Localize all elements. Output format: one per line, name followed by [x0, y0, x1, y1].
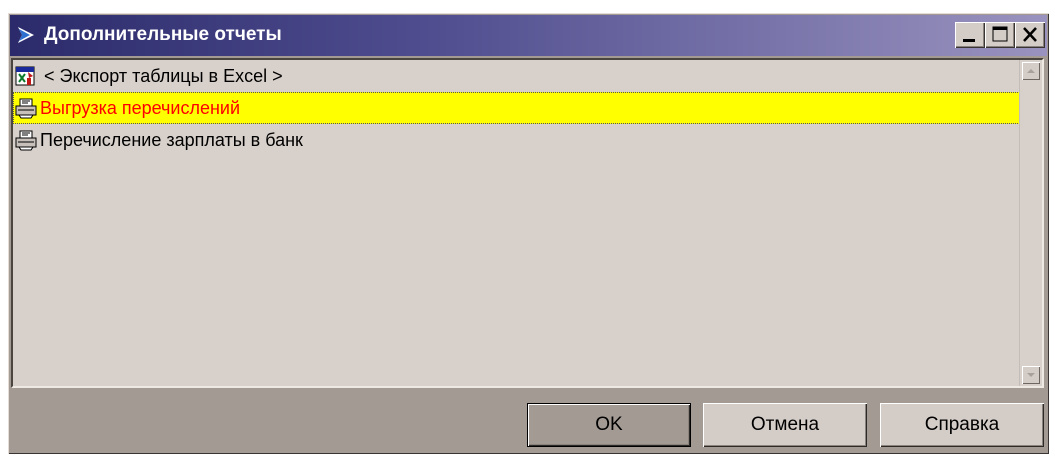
- scroll-down-icon: [1027, 373, 1035, 377]
- vertical-scrollbar[interactable]: [1019, 60, 1042, 386]
- window-title: Дополнительные отчеты: [44, 24, 282, 45]
- help-button[interactable]: Справка: [880, 403, 1044, 447]
- printer-icon: [14, 128, 38, 152]
- maximize-button[interactable]: [985, 22, 1015, 48]
- ok-button[interactable]: OK: [527, 403, 691, 447]
- scroll-up-button[interactable]: [1022, 62, 1040, 80]
- list-item-label: < Экспорт таблицы в Excel >: [44, 65, 283, 86]
- title-bar[interactable]: Дополнительные отчеты: [10, 15, 1047, 56]
- list-item-salary-to-bank[interactable]: Перечисление зарплаты в банк: [13, 124, 1020, 156]
- close-button[interactable]: [1015, 22, 1045, 48]
- scroll-down-button[interactable]: [1022, 366, 1040, 384]
- list-item-excel-export[interactable]: < Экспорт таблицы в Excel >: [13, 60, 1020, 92]
- list-item-payment-export[interactable]: Выгрузка перечислений: [13, 92, 1020, 124]
- cancel-button[interactable]: Отмена: [703, 403, 867, 447]
- scroll-up-icon: [1027, 69, 1035, 73]
- maximize-icon: [992, 26, 1008, 42]
- close-icon: [1023, 27, 1037, 42]
- list-item-label: Перечисление зарплаты в банк: [40, 129, 303, 150]
- reports-list: < Экспорт таблицы в Excel > Выгрузка пер…: [13, 60, 1020, 156]
- report-arrow-icon: [16, 25, 36, 45]
- minimize-button[interactable]: [955, 22, 985, 48]
- printer-icon: [14, 96, 38, 120]
- minimize-icon: [963, 39, 975, 42]
- reports-listbox[interactable]: < Экспорт таблицы в Excel > Выгрузка пер…: [11, 58, 1044, 388]
- list-item-label: Выгрузка перечислений: [40, 97, 241, 118]
- excel-export-icon: [14, 64, 38, 88]
- report-dialog: Дополнительные отчеты < Экспорт таблицы …: [8, 13, 1049, 454]
